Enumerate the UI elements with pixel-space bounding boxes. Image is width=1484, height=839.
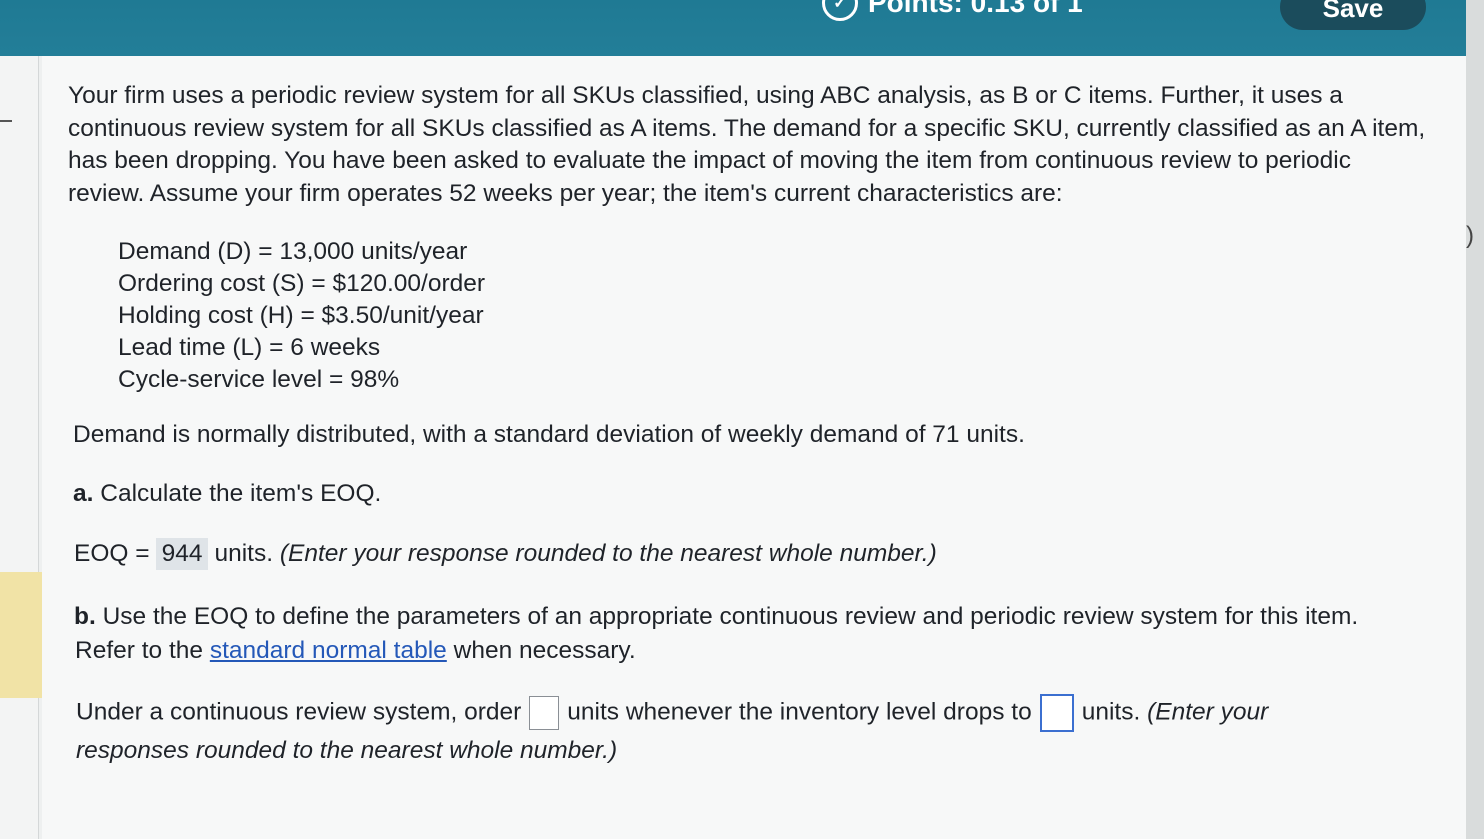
param-demand: Demand (D) = 13,000 units/year	[118, 238, 468, 265]
part-b-text: Use the EOQ to define the parameters of …	[102, 603, 1359, 630]
right-scroll-gutter[interactable]	[1466, 0, 1484, 839]
eoq-prefix: EOQ =	[74, 540, 150, 567]
standard-normal-table-link[interactable]: standard normal table	[210, 637, 447, 664]
param-holding-cost: Holding cost (H) = $3.50/unit/year	[118, 302, 484, 329]
parameter-list: Demand (D) = 13,000 units/year Ordering …	[118, 236, 485, 396]
part-a-letter: a.	[73, 480, 94, 507]
param-service-level: Cycle-service level = 98%	[118, 366, 400, 393]
part-b-refer-line: Refer to the standard normal table when …	[75, 637, 636, 665]
reorder-point-input[interactable]	[1039, 694, 1074, 732]
problem-intro: Your firm uses a periodic review system …	[68, 82, 1426, 207]
eoq-hint: (Enter your response rounded to the near…	[279, 540, 937, 567]
right-edge-glyph: )	[1466, 222, 1474, 249]
eoq-answer-field[interactable]: 944	[155, 538, 209, 570]
save-button[interactable]: Save	[1280, 0, 1426, 30]
cr-hint-1: (Enter your	[1147, 698, 1269, 726]
part-b-letter: b.	[74, 603, 96, 630]
demand-note: Demand is normally distributed, with a s…	[73, 421, 1025, 448]
param-ordering-cost: Ordering cost (S) = $120.00/order	[118, 270, 486, 297]
left-panel-edge	[0, 56, 39, 839]
order-quantity-input[interactable]	[529, 696, 560, 730]
left-panel-highlight	[0, 572, 42, 698]
part-a-question: a. Calculate the item's EOQ.	[73, 480, 381, 508]
part-a-text: Calculate the item's EOQ.	[100, 480, 382, 507]
cr-hint-2: responses rounded to the nearest whole n…	[76, 737, 618, 764]
progress-check-icon: ✓	[822, 0, 858, 21]
cr-prefix: Under a continuous review system, order	[76, 698, 522, 726]
top-bar: ✓ Points: 0.13 of 1 Save	[0, 0, 1466, 56]
cr-suffix: units.	[1081, 698, 1141, 726]
points-label: Points: 0.13 of 1	[868, 0, 1083, 18]
param-lead-time: Lead time (L) = 6 weeks	[118, 334, 381, 361]
eoq-units: units.	[214, 540, 274, 567]
cr-middle: units whenever the inventory level drops…	[567, 698, 1032, 726]
refer-suffix: when necessary.	[453, 637, 636, 664]
refer-prefix: Refer to the	[75, 637, 204, 664]
points-indicator: ✓ Points: 0.13 of 1	[822, 0, 1083, 21]
eoq-answer-line: EOQ = 944 units. (Enter your response roun…	[74, 538, 937, 570]
continuous-review-line: Under a continuous review system, order u…	[76, 694, 1268, 732]
left-panel-dash	[0, 120, 12, 122]
part-b-question: b. Use the EOQ to define the parameters …	[74, 603, 1358, 631]
